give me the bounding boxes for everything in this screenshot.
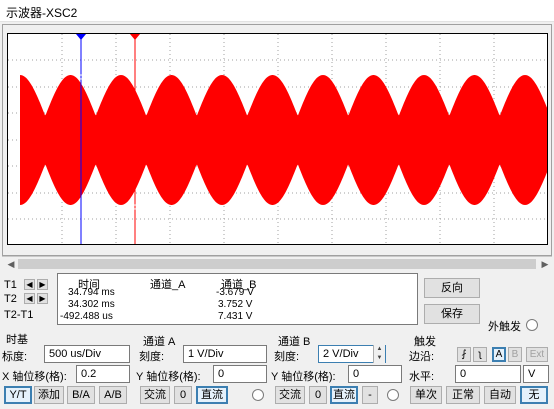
trigger-level-field[interactable]: 0	[455, 365, 521, 383]
horizontal-scrollbar[interactable]: ◀ ▶	[2, 256, 552, 270]
mode-yt-button[interactable]: Y/T	[4, 386, 32, 404]
channel-b-radio[interactable]	[387, 389, 399, 401]
spin-up-icon[interactable]: ▲	[374, 345, 385, 354]
reverse-button[interactable]: 反向	[424, 278, 480, 298]
timebase-scale-label: 标度:	[2, 351, 28, 363]
channel-a-scale-label: 刻度:	[139, 351, 165, 363]
row3-channel-b: 7.431 V	[218, 311, 253, 322]
channel-b-title: 通道 B	[278, 336, 311, 348]
channel-a-ac-button[interactable]: 交流	[140, 386, 170, 404]
ext-trigger-label: 外触发	[488, 321, 521, 333]
right-arrow-icon: ▶	[39, 280, 46, 289]
channel-a-ypos-field[interactable]: 0	[213, 365, 267, 383]
readout-table: 时间 通道_A 通道_B 34.794 ms -3.679 V 34.302 m…	[57, 273, 418, 325]
row2-channel-b: 3.752 V	[218, 299, 253, 310]
waveform-display	[8, 34, 547, 244]
t2-left-button[interactable]: ◀	[24, 293, 35, 304]
title-bar: 示波器-XSC2	[0, 0, 554, 22]
cursor-t1-marker-icon[interactable]	[76, 34, 86, 40]
trigger-level-unit[interactable]: V	[523, 365, 549, 383]
falling-edge-icon: ʅ	[478, 349, 482, 360]
trigger-source-a-button[interactable]: A	[492, 347, 506, 362]
channel-b-scale-spinner[interactable]: ▲ ▼	[373, 345, 385, 363]
trigger-level-label: 水平:	[409, 371, 435, 383]
channel-a-radio[interactable]	[252, 389, 264, 401]
scroll-left-icon[interactable]: ◀	[4, 258, 18, 270]
window-title: 示波器-XSC2	[6, 6, 78, 20]
cursor-readout: T1 ◀ ▶ T2 ◀ ▶ T2-T1 时间 通道_A 通道_B 34.794 …	[2, 270, 418, 328]
channel-b-dc-button[interactable]: 直流	[330, 386, 358, 404]
trigger-source-ext-button[interactable]: Ext	[526, 347, 548, 362]
mode-ab-button[interactable]: A/B	[99, 386, 127, 404]
trigger-normal-button[interactable]: 正常	[446, 386, 480, 404]
channel-a-zero-button[interactable]: 0	[174, 386, 192, 404]
header-channel-a: 通道_A	[150, 279, 186, 291]
row1-channel-b: -3.679 V	[216, 287, 254, 298]
t1-left-button[interactable]: ◀	[24, 279, 35, 290]
timebase-scale-field[interactable]: 500 us/Div	[44, 345, 130, 363]
t2-t1-label: T2-T1	[4, 309, 34, 321]
trigger-edge-label: 边沿:	[409, 351, 435, 363]
channel-a-dc-button[interactable]: 直流	[196, 386, 228, 404]
left-arrow-icon: ◀	[26, 294, 33, 303]
scroll-right-icon[interactable]: ▶	[538, 258, 552, 270]
rising-edge-button[interactable]: ⨏	[457, 347, 471, 362]
oscilloscope-screen	[7, 33, 548, 245]
trigger-source-b-button[interactable]: B	[508, 347, 522, 362]
channel-b-ypos-label: Y 轴位移(格):	[271, 371, 336, 383]
trigger-title: 触发	[414, 336, 436, 348]
channel-a-ypos-label: Y 轴位移(格):	[136, 371, 201, 383]
channel-b-trace	[20, 75, 547, 205]
row2-time: 34.302 ms	[68, 299, 115, 310]
x-position-label: X 轴位移(格):	[2, 371, 67, 383]
channel-b-ypos-field[interactable]: 0	[348, 365, 402, 383]
channel-b-scale-label: 刻度:	[274, 351, 300, 363]
trigger-single-button[interactable]: 单次	[410, 386, 442, 404]
t2-label: T2	[4, 293, 17, 305]
mode-add-button[interactable]: 添加	[34, 386, 64, 404]
mode-ba-button[interactable]: B/A	[67, 386, 95, 404]
row1-time: 34.794 ms	[68, 287, 115, 298]
scroll-thumb[interactable]	[18, 259, 536, 269]
channel-a-title: 通道 A	[143, 336, 176, 348]
channel-a-scale-field[interactable]: 1 V/Div	[183, 345, 267, 363]
trigger-auto-button[interactable]: 自动	[484, 386, 516, 404]
falling-edge-button[interactable]: ʅ	[473, 347, 487, 362]
x-position-field[interactable]: 0.2	[76, 365, 130, 383]
save-button[interactable]: 保存	[424, 304, 480, 324]
t1-right-button[interactable]: ▶	[37, 279, 48, 290]
ext-trigger-radio[interactable]	[526, 319, 538, 331]
channel-b-zero-button[interactable]: 0	[309, 386, 327, 404]
right-arrow-icon: ▶	[39, 294, 46, 303]
left-arrow-icon: ◀	[26, 280, 33, 289]
t2-right-button[interactable]: ▶	[37, 293, 48, 304]
t1-label: T1	[4, 279, 17, 291]
timebase-title: 时基	[6, 334, 28, 346]
trigger-none-button[interactable]: 无	[520, 386, 548, 404]
channel-b-ac-button[interactable]: 交流	[275, 386, 305, 404]
cursor-t2-marker-icon[interactable]	[130, 34, 140, 40]
rising-edge-icon: ⨏	[461, 349, 467, 360]
row3-time: -492.488 us	[60, 311, 113, 322]
spin-down-icon[interactable]: ▼	[374, 354, 385, 363]
channel-b-minus-button[interactable]: -	[362, 386, 378, 404]
